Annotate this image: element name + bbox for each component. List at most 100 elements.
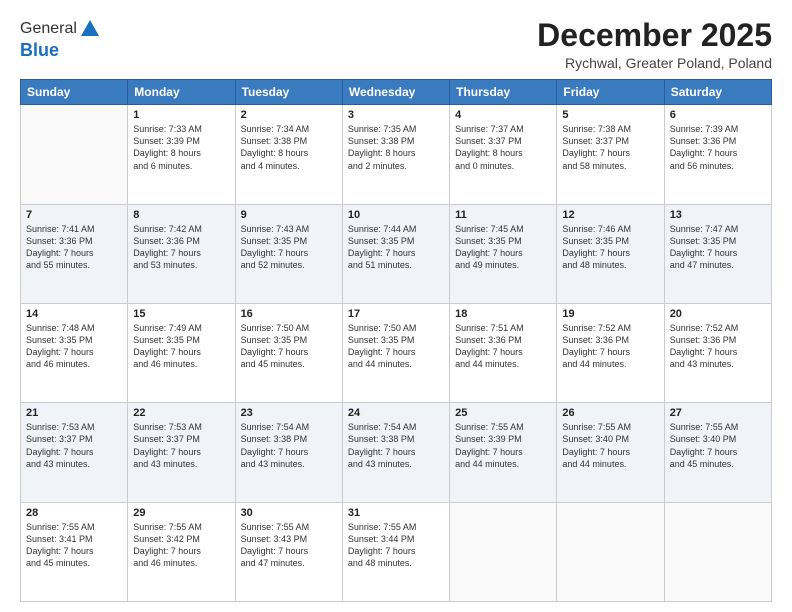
calendar-cell: 6 Sunrise: 7:39 AM Sunset: 3:36 PM Daylig… [664,105,771,204]
location-subtitle: Rychwal, Greater Poland, Poland [537,55,772,71]
cell-content: Sunrise: 7:34 AM Sunset: 3:38 PM Dayligh… [241,123,337,172]
day-number: 25 [455,407,551,419]
cell-content: Sunrise: 7:52 AM Sunset: 3:36 PM Dayligh… [670,322,766,371]
calendar-cell: 3 Sunrise: 7:35 AM Sunset: 3:38 PM Daylig… [342,105,449,204]
calendar-cell: 21Sunrise: 7:53 AM Sunset: 3:37 PM Dayli… [21,403,128,502]
calendar-cell [664,502,771,601]
cell-content: Sunrise: 7:38 AM Sunset: 3:37 PM Dayligh… [562,123,658,172]
logo: General Blue [20,18,101,61]
day-number: 2 [241,109,337,121]
day-number: 7 [26,209,122,221]
day-number: 16 [241,308,337,320]
day-number: 18 [455,308,551,320]
cell-content: Sunrise: 7:45 AM Sunset: 3:35 PM Dayligh… [455,223,551,272]
calendar-cell: 8 Sunrise: 7:42 AM Sunset: 3:36 PM Daylig… [128,204,235,303]
cell-content: Sunrise: 7:55 AM Sunset: 3:39 PM Dayligh… [455,421,551,470]
cell-content: Sunrise: 7:39 AM Sunset: 3:36 PM Dayligh… [670,123,766,172]
day-number: 8 [133,209,229,221]
day-number: 24 [348,407,444,419]
cell-content: Sunrise: 7:49 AM Sunset: 3:35 PM Dayligh… [133,322,229,371]
calendar-cell: 30 Sunrise: 7:55 AM Sunset: 3:43 PM Dayli… [235,502,342,601]
cell-content: Sunrise: 7:55 AM Sunset: 3:44 PM Dayligh… [348,521,444,570]
day-number: 3 [348,109,444,121]
day-number: 10 [348,209,444,221]
day-number: 30 [241,507,337,519]
calendar-week-row: 21Sunrise: 7:53 AM Sunset: 3:37 PM Dayli… [21,403,772,502]
calendar-cell: 17 Sunrise: 7:50 AM Sunset: 3:35 PM Dayli… [342,303,449,402]
header: General Blue December 2025 Rychwal, Grea… [20,18,772,71]
month-title: December 2025 [537,18,772,53]
day-number: 9 [241,209,337,221]
day-number: 12 [562,209,658,221]
calendar-cell: 18 Sunrise: 7:51 AM Sunset: 3:36 PM Dayli… [450,303,557,402]
cell-content: Sunrise: 7:41 AM Sunset: 3:36 PM Dayligh… [26,223,122,272]
calendar-cell: 19Sunrise: 7:52 AM Sunset: 3:36 PM Dayli… [557,303,664,402]
calendar-week-row: 7 Sunrise: 7:41 AM Sunset: 3:36 PM Daylig… [21,204,772,303]
calendar-cell: 24 Sunrise: 7:54 AM Sunset: 3:38 PM Dayli… [342,403,449,502]
day-number: 20 [670,308,766,320]
cell-content: Sunrise: 7:54 AM Sunset: 3:38 PM Dayligh… [241,421,337,470]
day-number: 27 [670,407,766,419]
day-number: 17 [348,308,444,320]
calendar-cell: 5 Sunrise: 7:38 AM Sunset: 3:37 PM Daylig… [557,105,664,204]
cell-content: Sunrise: 7:48 AM Sunset: 3:35 PM Dayligh… [26,322,122,371]
calendar-cell: 23 Sunrise: 7:54 AM Sunset: 3:38 PM Dayli… [235,403,342,502]
day-header-sunday: Sunday [21,80,128,105]
day-header-saturday: Saturday [664,80,771,105]
cell-content: Sunrise: 7:50 AM Sunset: 3:35 PM Dayligh… [241,322,337,371]
calendar-cell: 29Sunrise: 7:55 AM Sunset: 3:42 PM Dayli… [128,502,235,601]
cell-content: Sunrise: 7:44 AM Sunset: 3:35 PM Dayligh… [348,223,444,272]
calendar-cell: 12 Sunrise: 7:46 AM Sunset: 3:35 PM Dayli… [557,204,664,303]
calendar-cell: 31Sunrise: 7:55 AM Sunset: 3:44 PM Dayli… [342,502,449,601]
cell-content: Sunrise: 7:51 AM Sunset: 3:36 PM Dayligh… [455,322,551,371]
page: General Blue December 2025 Rychwal, Grea… [0,0,792,612]
calendar-cell: 27 Sunrise: 7:55 AM Sunset: 3:40 PM Dayli… [664,403,771,502]
cell-content: Sunrise: 7:55 AM Sunset: 3:40 PM Dayligh… [670,421,766,470]
calendar-week-row: 28 Sunrise: 7:55 AM Sunset: 3:41 PM Dayli… [21,502,772,601]
cell-content: Sunrise: 7:55 AM Sunset: 3:43 PM Dayligh… [241,521,337,570]
cell-content: Sunrise: 7:33 AM Sunset: 3:39 PM Dayligh… [133,123,229,172]
day-number: 23 [241,407,337,419]
calendar-cell: 15 Sunrise: 7:49 AM Sunset: 3:35 PM Dayli… [128,303,235,402]
calendar-cell: 22 Sunrise: 7:53 AM Sunset: 3:37 PM Dayli… [128,403,235,502]
calendar-header-row: SundayMondayTuesdayWednesdayThursdayFrid… [21,80,772,105]
cell-content: Sunrise: 7:42 AM Sunset: 3:36 PM Dayligh… [133,223,229,272]
calendar-cell: 28 Sunrise: 7:55 AM Sunset: 3:41 PM Dayli… [21,502,128,601]
day-number: 22 [133,407,229,419]
cell-content: Sunrise: 7:50 AM Sunset: 3:35 PM Dayligh… [348,322,444,371]
cell-content: Sunrise: 7:35 AM Sunset: 3:38 PM Dayligh… [348,123,444,172]
calendar-cell: 13Sunrise: 7:47 AM Sunset: 3:35 PM Dayli… [664,204,771,303]
calendar-cell: 10 Sunrise: 7:44 AM Sunset: 3:35 PM Dayli… [342,204,449,303]
calendar-cell: 7 Sunrise: 7:41 AM Sunset: 3:36 PM Daylig… [21,204,128,303]
day-number: 11 [455,209,551,221]
calendar-cell [557,502,664,601]
day-number: 5 [562,109,658,121]
cell-content: Sunrise: 7:54 AM Sunset: 3:38 PM Dayligh… [348,421,444,470]
calendar-table: SundayMondayTuesdayWednesdayThursdayFrid… [20,79,772,602]
logo-icon [79,18,101,40]
calendar-cell: 20 Sunrise: 7:52 AM Sunset: 3:36 PM Dayli… [664,303,771,402]
calendar-cell: 26 Sunrise: 7:55 AM Sunset: 3:40 PM Dayli… [557,403,664,502]
calendar-week-row: 1Sunrise: 7:33 AM Sunset: 3:39 PM Daylig… [21,105,772,204]
calendar-cell: 16 Sunrise: 7:50 AM Sunset: 3:35 PM Dayli… [235,303,342,402]
cell-content: Sunrise: 7:55 AM Sunset: 3:41 PM Dayligh… [26,521,122,570]
day-number: 19 [562,308,658,320]
day-number: 14 [26,308,122,320]
day-number: 4 [455,109,551,121]
cell-content: Sunrise: 7:46 AM Sunset: 3:35 PM Dayligh… [562,223,658,272]
calendar-cell: 4 Sunrise: 7:37 AM Sunset: 3:37 PM Daylig… [450,105,557,204]
day-number: 15 [133,308,229,320]
calendar-cell: 9Sunrise: 7:43 AM Sunset: 3:35 PM Daylig… [235,204,342,303]
day-number: 6 [670,109,766,121]
day-number: 28 [26,507,122,519]
day-header-monday: Monday [128,80,235,105]
day-header-tuesday: Tuesday [235,80,342,105]
logo-general-text: General [20,20,77,38]
day-number: 26 [562,407,658,419]
day-number: 13 [670,209,766,221]
cell-content: Sunrise: 7:53 AM Sunset: 3:37 PM Dayligh… [133,421,229,470]
calendar-cell: 2 Sunrise: 7:34 AM Sunset: 3:38 PM Daylig… [235,105,342,204]
calendar-cell: 11 Sunrise: 7:45 AM Sunset: 3:35 PM Dayli… [450,204,557,303]
cell-content: Sunrise: 7:55 AM Sunset: 3:40 PM Dayligh… [562,421,658,470]
cell-content: Sunrise: 7:37 AM Sunset: 3:37 PM Dayligh… [455,123,551,172]
